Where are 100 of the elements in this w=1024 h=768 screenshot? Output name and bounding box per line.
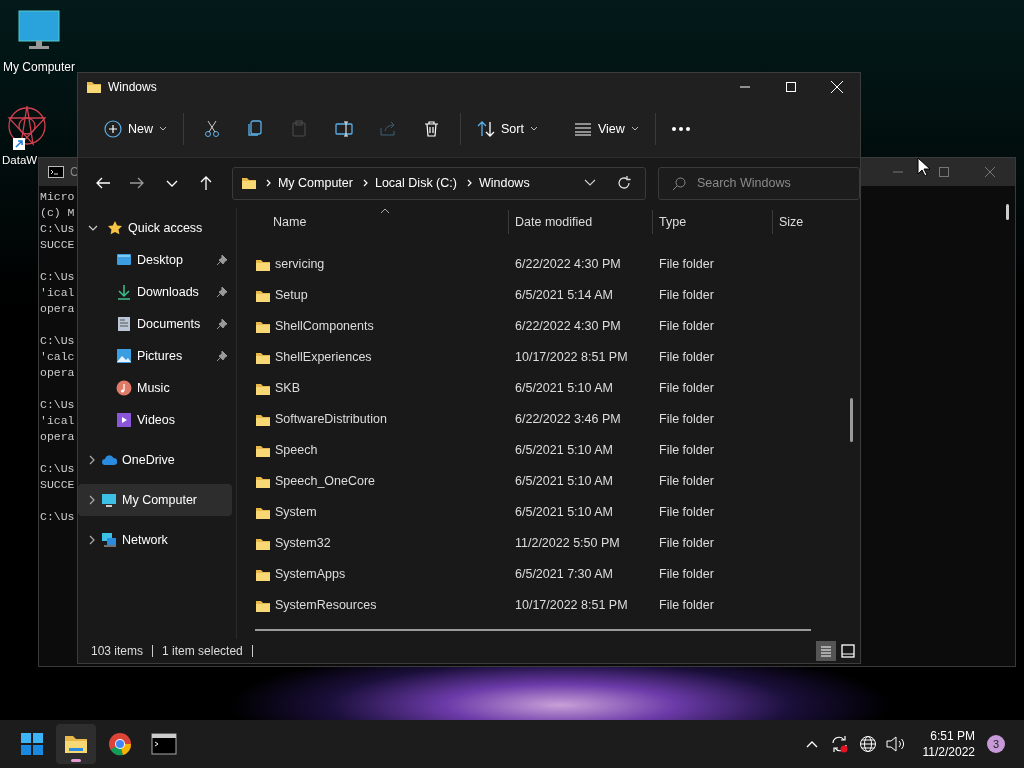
back-arrow-icon — [94, 175, 111, 191]
globe-icon — [858, 735, 877, 753]
sidebar-item[interactable]: Network — [78, 524, 232, 556]
desktop-icon-label[interactable]: DataW — [2, 152, 38, 170]
sidebar-item[interactable]: Quick access — [78, 212, 232, 244]
sidebar-item[interactable]: Music — [78, 372, 232, 404]
search-field[interactable]: Search Windows — [657, 166, 860, 200]
date-cell-text: 6/22/2022 4:30 PM — [515, 318, 622, 336]
date-cell-text: 6/5/2021 5:10 AM — [515, 504, 614, 522]
sidebar-item[interactable]: Downloads — [78, 276, 232, 308]
clock-date[interactable]: 11/2/2022 — [922, 744, 975, 760]
sidebar-item[interactable]: Desktop — [78, 244, 232, 276]
trash-icon — [423, 120, 441, 138]
rename-icon — [335, 120, 353, 138]
sidebar-item[interactable]: Videos — [78, 404, 232, 436]
close-icon — [831, 81, 843, 93]
file-name: System32 — [275, 535, 332, 553]
type-cell-text: File folder — [659, 597, 714, 615]
breadcrumb-link[interactable]: Local Disk (C:) — [371, 173, 460, 193]
date-cell-text: 6/22/2022 4:30 PM — [515, 256, 622, 274]
refresh-icon — [615, 175, 632, 191]
console-line: C:\Us — [40, 221, 75, 237]
console-line: C:\Us — [40, 461, 75, 477]
scissors-icon — [203, 120, 221, 138]
date-cell-text: 6/5/2021 5:10 AM — [515, 473, 614, 491]
column-header[interactable]: Size — [773, 210, 843, 234]
maximize-icon — [786, 82, 796, 92]
type-cell-text: File folder — [659, 566, 714, 584]
type-cell-text: File folder — [659, 473, 714, 491]
console-line: 'ical — [40, 413, 75, 429]
star-icon — [107, 220, 123, 236]
console-line: Micro — [40, 189, 75, 205]
date-cell-text: 11/2/2022 5:50 PM — [515, 535, 621, 553]
type-cell-text: File folder — [659, 349, 714, 367]
windows-logo-icon — [19, 731, 45, 757]
date-cell-text: 6/5/2021 5:10 AM — [515, 442, 614, 460]
caret-icon — [159, 126, 167, 132]
console-line: opera — [40, 429, 75, 445]
type-cell-text: File folder — [659, 256, 714, 274]
new-button[interactable]: New — [94, 113, 177, 145]
column-header[interactable]: Date modified — [509, 210, 653, 234]
sidebar-item[interactable]: OneDrive — [78, 444, 232, 476]
file-name: Setup — [275, 287, 309, 305]
scrollbar-thumb[interactable] — [255, 629, 811, 631]
share-icon — [379, 120, 397, 138]
sort-button[interactable]: Sort — [467, 113, 548, 145]
desktop-icon — [116, 252, 132, 268]
caret-icon — [630, 126, 639, 132]
chevron-right-icon — [264, 177, 273, 189]
view-button[interactable]: View — [563, 113, 649, 145]
sort-arrows-icon — [477, 120, 495, 138]
tiles-view-button[interactable] — [838, 641, 858, 661]
type-cell-text: File folder — [659, 442, 714, 460]
notification-count[interactable]: 3 — [987, 735, 1005, 753]
address-bar[interactable]: My Computer Local Disk (C:) Windows — [231, 166, 646, 200]
cloud-icon — [101, 452, 117, 468]
sidebar-item[interactable]: Pictures — [78, 340, 232, 372]
copy-icon — [247, 120, 265, 138]
sidebar-item[interactable]: Documents — [78, 308, 232, 340]
taskbar-app[interactable] — [56, 724, 96, 764]
date-cell-text: 10/17/2022 8:51 PM — [515, 349, 629, 367]
terminal-icon — [48, 166, 64, 178]
console-line: (c) M — [40, 205, 75, 221]
scrollbar-thumb[interactable] — [850, 398, 853, 442]
music-note-icon — [116, 380, 132, 396]
console-line: opera — [40, 365, 75, 381]
date-cell-text: 6/5/2021 5:10 AM — [515, 380, 614, 398]
console-line: opera — [40, 301, 75, 317]
folder-icon — [86, 79, 102, 95]
breadcrumb-link[interactable]: Windows — [475, 173, 533, 193]
scrollbar-thumb[interactable] — [1006, 204, 1009, 220]
more-icon — [671, 127, 690, 131]
chevron-right-icon — [465, 177, 474, 189]
file-name: SKB — [275, 380, 301, 398]
column-header[interactable]: Type — [653, 210, 773, 234]
clock-time[interactable]: 6:51 PM — [930, 728, 975, 744]
tiles-icon — [841, 644, 855, 658]
caret-icon — [529, 126, 538, 132]
maximize-icon — [939, 167, 949, 177]
speaker-icon — [885, 736, 906, 752]
document-icon — [116, 316, 132, 332]
console-line: C:\Us — [40, 397, 75, 413]
search-icon — [671, 176, 686, 191]
sidebar-item[interactable]: My Computer — [78, 484, 232, 516]
monitor-icon[interactable] — [17, 10, 61, 50]
clipboard-icon — [291, 120, 309, 138]
terminal-icon — [151, 731, 177, 757]
window-title: Windows — [108, 79, 157, 96]
breadcrumb-link[interactable]: My Computer — [274, 173, 356, 193]
column-header[interactable]: Name — [267, 210, 509, 234]
desktop-icon-label[interactable]: My Computer — [3, 58, 75, 76]
date-cell-text: 6/5/2021 5:14 AM — [515, 287, 614, 305]
download-arrow-icon — [116, 284, 132, 300]
close-icon — [985, 167, 995, 177]
browser-ball-icon — [107, 731, 133, 757]
monitor-icon — [101, 492, 117, 508]
sort-caret-icon — [380, 208, 390, 214]
date-cell-text: 10/17/2022 8:51 PM — [515, 597, 629, 615]
chevron-down-icon — [583, 179, 596, 187]
file-name: servicing — [275, 256, 326, 274]
